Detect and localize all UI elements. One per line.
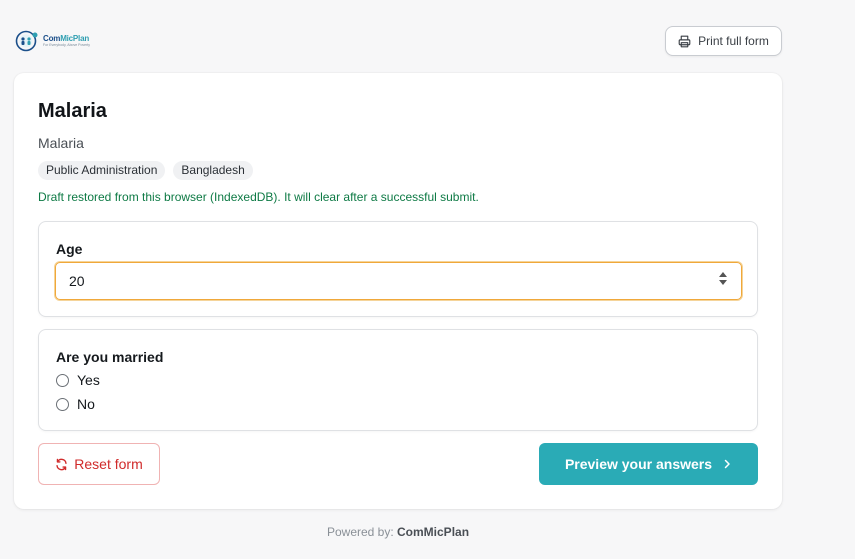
age-input-value: 20 <box>69 273 85 289</box>
logo-tagline: For Everybody, Above Poverty <box>43 42 91 47</box>
page: ComMicPlan For Everybody, Above Poverty … <box>0 0 855 559</box>
married-option-yes[interactable]: Yes <box>56 372 100 388</box>
reset-button-label: Reset form <box>74 456 143 472</box>
married-option-no[interactable]: No <box>56 396 95 412</box>
radio-yes-label: Yes <box>77 372 100 388</box>
chevron-right-icon <box>724 459 730 469</box>
tag-country: Bangladesh <box>173 161 253 180</box>
radio-no-label: No <box>77 396 95 412</box>
refresh-icon <box>56 458 67 470</box>
print-full-form-button[interactable]: Print full form <box>665 26 782 56</box>
form-card: Malaria Malaria Public Administration Ba… <box>14 73 782 509</box>
printer-icon <box>678 35 691 47</box>
radio-yes[interactable] <box>56 373 69 387</box>
preview-answers-button[interactable]: Preview your answers <box>539 443 758 485</box>
community-health-logo-icon <box>15 30 38 52</box>
preview-button-label: Preview your answers <box>564 456 713 472</box>
question-age: Age 20 <box>38 221 758 317</box>
age-input[interactable]: 20 <box>55 262 742 300</box>
number-spinner[interactable] <box>719 272 727 285</box>
app-logo[interactable]: ComMicPlan For Everybody, Above Poverty <box>15 30 90 52</box>
form-subtitle: Malaria <box>38 135 84 151</box>
footer-brand: ComMicPlan <box>397 525 470 539</box>
powered-by-label: Powered by: <box>326 525 394 539</box>
form-title: Malaria <box>38 100 107 122</box>
spinner-down-icon[interactable] <box>719 280 727 285</box>
form-tags: Public Administration Bangladesh <box>38 161 253 180</box>
question-married: Are you married Yes No <box>38 329 758 431</box>
powered-by-footer: Powered by: ComMicPlan <box>0 525 796 539</box>
reset-form-button[interactable]: Reset form <box>38 443 160 485</box>
draft-restored-note: Draft restored from this browser (Indexe… <box>38 190 479 204</box>
married-label: Are you married <box>56 349 164 365</box>
tag-sector: Public Administration <box>38 161 166 180</box>
logo-name: ComMicPlan <box>43 33 90 43</box>
spinner-up-icon[interactable] <box>719 272 727 277</box>
print-button-label: Print full form <box>698 34 769 48</box>
age-label: Age <box>56 241 83 257</box>
radio-no[interactable] <box>56 397 69 411</box>
